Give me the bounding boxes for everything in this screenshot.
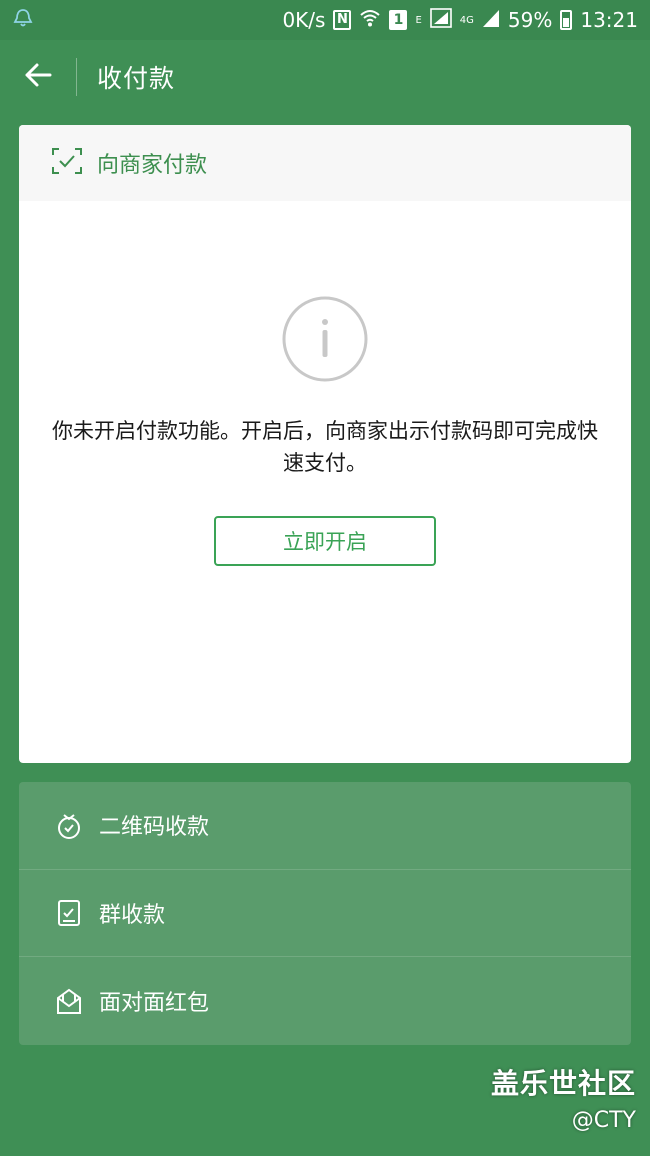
signal-type-e: E xyxy=(415,14,422,26)
status-bar: 0K/s N 1 E 4G 59% 13:21 xyxy=(0,0,650,40)
scan-check-icon xyxy=(51,147,83,179)
header-divider xyxy=(76,58,77,96)
option-label: 面对面红包 xyxy=(99,991,210,1017)
money-bag-icon xyxy=(53,809,85,841)
back-button[interactable] xyxy=(0,40,76,114)
signal-type-4g: 4G xyxy=(459,14,474,26)
pay-merchant-card: 向商家付款 你未开启付款功能。开启后，向商家出示付款码即可完成快速支付。 立即开… xyxy=(19,125,631,763)
nfc-icon: N xyxy=(333,10,352,30)
info-icon xyxy=(281,295,369,383)
sim-icon: 1 xyxy=(389,10,408,30)
payment-options-list: 二维码收款 群收款 面对面红包 xyxy=(19,782,631,1045)
signal-icon xyxy=(429,7,452,33)
network-speed: 0K/s xyxy=(282,8,326,32)
pay-merchant-body: 你未开启付款功能。开启后，向商家出示付款码即可完成快速支付。 立即开启 xyxy=(19,201,631,763)
signal-strength-icon xyxy=(482,8,500,33)
watermark-handle: @CTY xyxy=(571,1108,636,1133)
clock: 13:21 xyxy=(580,8,638,32)
wifi-icon xyxy=(359,8,381,33)
pay-merchant-title: 向商家付款 xyxy=(97,153,208,178)
app-header: 收付款 xyxy=(0,40,650,114)
face-to-face-red-envelope-option[interactable]: 面对面红包 xyxy=(19,957,631,1045)
payment-disabled-message: 你未开启付款功能。开启后，向商家出示付款码即可完成快速支付。 xyxy=(52,419,598,475)
watermark-title: 盖乐世社区 xyxy=(490,1067,636,1100)
battery-percent: 59% xyxy=(507,8,553,32)
option-label: 群收款 xyxy=(99,903,166,929)
group-receive-option[interactable]: 群收款 xyxy=(19,870,631,958)
option-label: 二维码收款 xyxy=(99,815,210,841)
page-title: 收付款 xyxy=(97,64,176,93)
enable-payment-button[interactable]: 立即开启 xyxy=(214,516,436,566)
group-bill-icon xyxy=(53,897,85,929)
notification-icon xyxy=(12,7,34,34)
qr-receive-option[interactable]: 二维码收款 xyxy=(19,782,631,870)
back-arrow-icon xyxy=(24,62,52,92)
pay-merchant-header[interactable]: 向商家付款 xyxy=(19,125,631,201)
red-envelope-icon xyxy=(53,985,85,1017)
battery-icon xyxy=(560,10,573,30)
watermark: 盖乐世社区 @CTY xyxy=(491,1062,636,1133)
